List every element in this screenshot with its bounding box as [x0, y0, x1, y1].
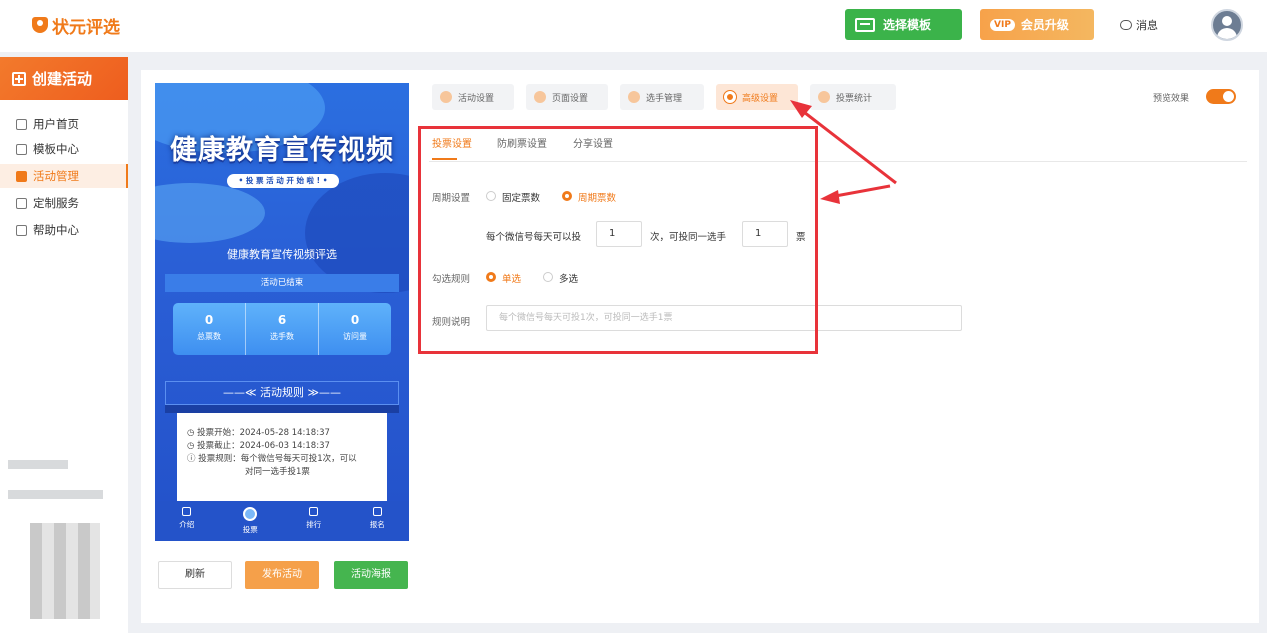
- annotation-arrows: [790, 100, 897, 204]
- annotation-arrow-line: [799, 107, 897, 185]
- annotation-arrow-line: [829, 184, 891, 199]
- annotation-arrow-head: [820, 190, 840, 204]
